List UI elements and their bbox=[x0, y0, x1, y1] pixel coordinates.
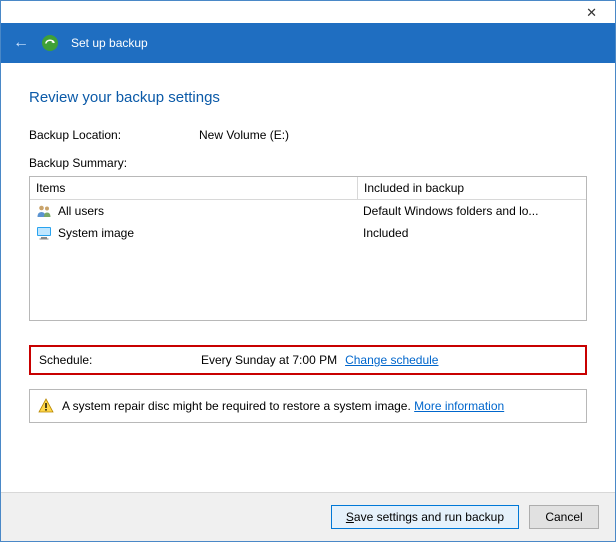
save-settings-run-backup-button[interactable]: Save settings and run backup bbox=[331, 505, 519, 529]
system-repair-note: A system repair disc might be required t… bbox=[29, 389, 587, 423]
dialog-footer: Save settings and run backup Cancel bbox=[1, 492, 615, 541]
repair-note-text: A system repair disc might be required t… bbox=[62, 399, 411, 413]
row-name: System image bbox=[58, 226, 134, 240]
backup-location-label: Backup Location: bbox=[29, 128, 199, 142]
row-included: Included bbox=[357, 222, 586, 244]
wizard-title: Set up backup bbox=[71, 36, 148, 50]
row-name: All users bbox=[58, 204, 104, 218]
backup-wizard-icon bbox=[41, 34, 59, 52]
table-row[interactable]: System image Included bbox=[30, 222, 586, 244]
close-icon[interactable]: ✕ bbox=[576, 1, 607, 25]
backup-location-value: New Volume (E:) bbox=[199, 128, 289, 142]
schedule-label: Schedule: bbox=[39, 353, 201, 367]
warning-icon bbox=[38, 398, 54, 414]
wizard-header: ← Set up backup bbox=[1, 23, 615, 63]
page-title: Review your backup settings bbox=[29, 89, 587, 106]
column-header-items[interactable]: Items bbox=[30, 177, 358, 199]
schedule-row: Schedule: Every Sunday at 7:00 PM Change… bbox=[29, 345, 587, 375]
backup-summary-label: Backup Summary: bbox=[29, 156, 199, 170]
monitor-icon bbox=[36, 225, 52, 241]
cancel-button[interactable]: Cancel bbox=[529, 505, 599, 529]
back-arrow-icon[interactable]: ← bbox=[13, 34, 29, 52]
change-schedule-link[interactable]: Change schedule bbox=[345, 353, 438, 367]
users-icon bbox=[36, 203, 52, 219]
more-information-link[interactable]: More information bbox=[414, 399, 504, 413]
schedule-value: Every Sunday at 7:00 PM bbox=[201, 353, 337, 367]
column-header-included[interactable]: Included in backup bbox=[358, 177, 586, 199]
table-row[interactable]: All users Default Windows folders and lo… bbox=[30, 200, 586, 222]
backup-summary-table: Items Included in backup All users bbox=[29, 176, 587, 321]
row-included: Default Windows folders and lo... bbox=[357, 200, 586, 222]
